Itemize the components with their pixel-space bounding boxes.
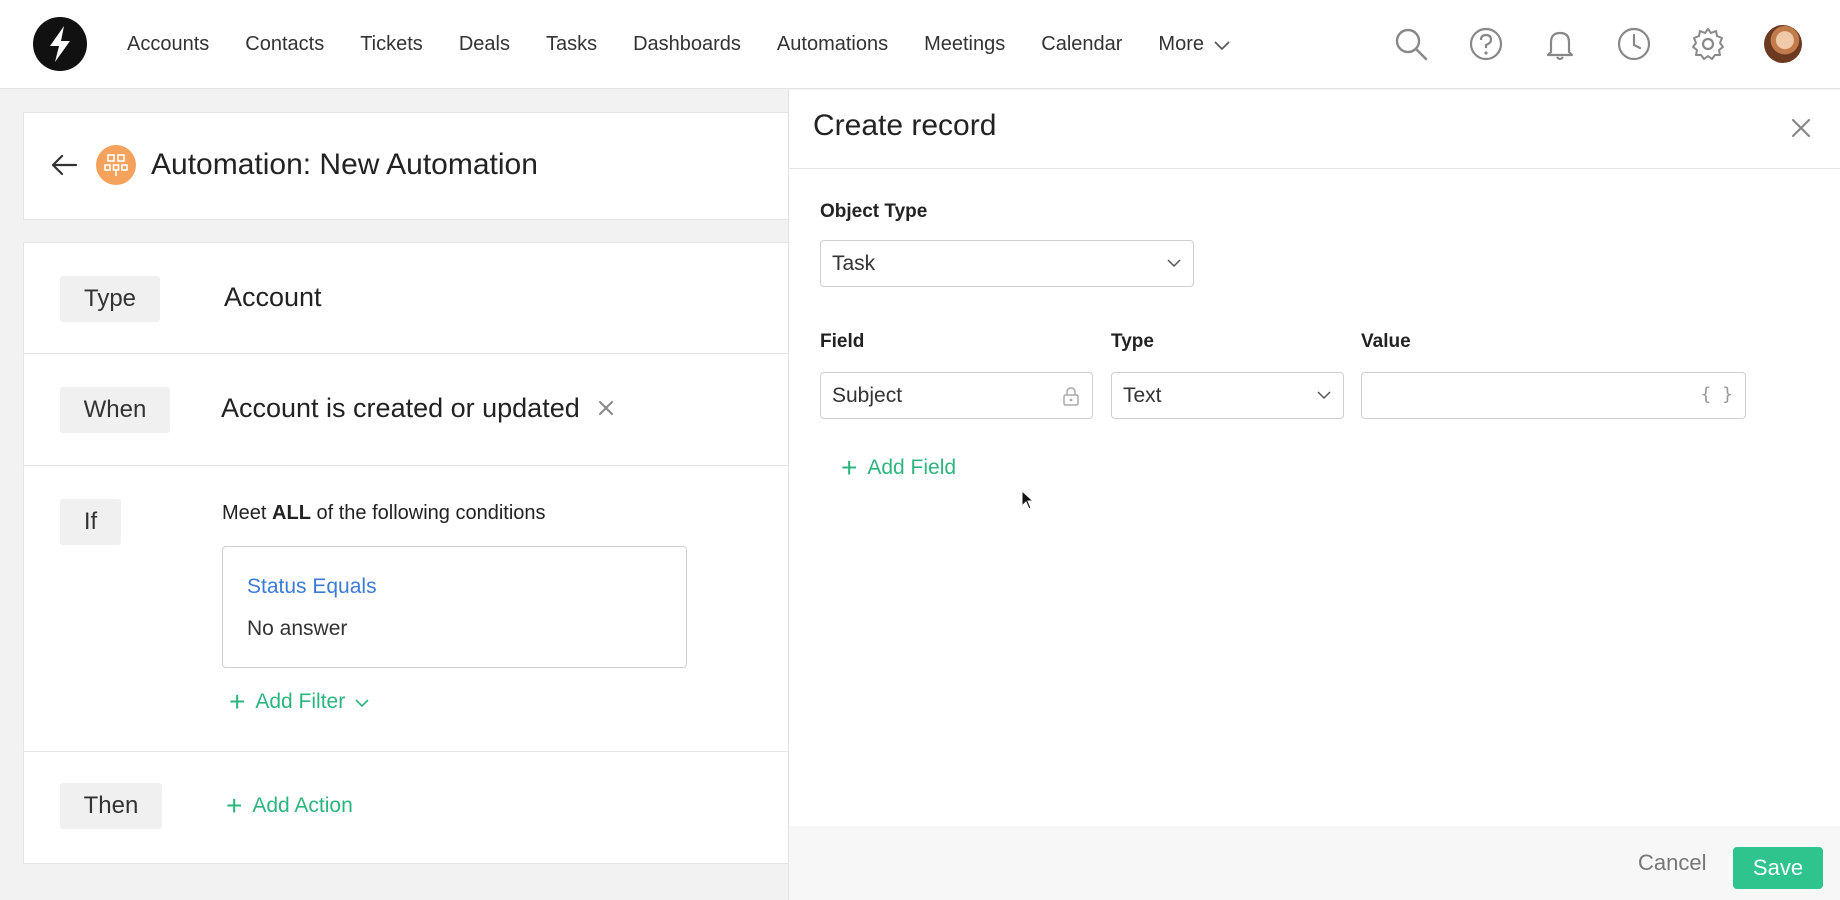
nav-item-contacts[interactable]: Contacts	[245, 33, 324, 56]
lock-icon	[1063, 387, 1079, 406]
add-filter-button[interactable]: + Add Filter	[229, 688, 369, 716]
value-header: Value	[1361, 331, 1411, 352]
plus-icon: +	[226, 790, 243, 821]
drawer-header: Create record	[789, 90, 1840, 169]
save-button[interactable]: Save	[1733, 847, 1823, 889]
close-icon[interactable]	[1789, 116, 1813, 140]
plus-icon: +	[229, 686, 246, 717]
object-type-select[interactable]: Task	[820, 240, 1194, 287]
add-action-button[interactable]: + Add Action	[226, 792, 353, 820]
drawer-footer: Cancel Save	[789, 826, 1840, 900]
field-name-input: Subject	[820, 372, 1093, 419]
nav-more-dropdown[interactable]: More	[1158, 33, 1230, 56]
add-field-button[interactable]: + Add Field	[841, 454, 956, 482]
back-arrow-icon[interactable]	[50, 153, 78, 177]
page-title: Automation: New Automation	[151, 148, 538, 181]
nav-item-accounts[interactable]: Accounts	[127, 33, 209, 56]
nav-item-meetings[interactable]: Meetings	[924, 33, 1005, 56]
plus-icon: +	[841, 452, 858, 483]
app-logo-icon[interactable]	[33, 17, 87, 71]
add-action-label: Add Action	[252, 794, 353, 817]
user-avatar[interactable]	[1764, 25, 1802, 63]
field-type-select[interactable]: Text	[1111, 372, 1344, 419]
top-nav: Accounts Contacts Tickets Deals Tasks Da…	[0, 0, 1840, 89]
mouse-cursor-icon	[1021, 490, 1035, 510]
field-header: Field	[820, 331, 865, 352]
cancel-button[interactable]: Cancel	[1638, 850, 1706, 876]
search-icon[interactable]	[1393, 26, 1429, 62]
meet-suffix: of the following conditions	[316, 502, 546, 524]
automation-icon	[96, 145, 136, 185]
chevron-down-icon	[355, 699, 369, 708]
divider	[23, 751, 793, 752]
meet-mode: ALL	[272, 502, 311, 524]
when-value[interactable]: Account is created or updated	[221, 393, 580, 424]
field-name-value: Subject	[832, 383, 903, 407]
condition-card[interactable]: Status Equals No answer	[222, 546, 687, 668]
divider	[23, 353, 793, 354]
field-value-input[interactable]: { }	[1361, 372, 1746, 419]
conditions-description: Meet ALL of the following conditions	[222, 502, 546, 525]
field-type-value: Text	[1123, 383, 1162, 407]
condition-value: No answer	[247, 617, 348, 640]
if-label: If	[60, 499, 121, 545]
create-record-drawer: Create record Object Type Task Field Typ…	[788, 90, 1840, 900]
nav-item-automations[interactable]: Automations	[777, 33, 888, 56]
nav-item-calendar[interactable]: Calendar	[1041, 33, 1122, 56]
when-label: When	[60, 387, 170, 433]
chevron-down-icon	[1317, 390, 1331, 399]
help-icon[interactable]	[1468, 26, 1504, 62]
type-header: Type	[1111, 331, 1154, 352]
variable-braces-icon[interactable]: { }	[1700, 384, 1733, 405]
remove-trigger-icon[interactable]	[597, 399, 615, 417]
meet-prefix: Meet	[222, 502, 267, 524]
nav-item-tickets[interactable]: Tickets	[360, 33, 423, 56]
drawer-title: Create record	[813, 109, 997, 142]
add-field-label: Add Field	[867, 456, 957, 479]
nav-item-dashboards[interactable]: Dashboards	[633, 33, 741, 56]
object-type-label: Object Type	[820, 201, 928, 222]
divider	[23, 465, 793, 466]
type-label: Type	[60, 276, 160, 322]
nav-item-tasks[interactable]: Tasks	[546, 33, 597, 56]
condition-title[interactable]: Status Equals	[247, 575, 377, 599]
then-label: Then	[60, 783, 162, 829]
nav-item-deals[interactable]: Deals	[459, 33, 510, 56]
main-nav: Accounts Contacts Tickets Deals Tasks Da…	[127, 0, 1230, 89]
gear-icon[interactable]	[1690, 26, 1726, 62]
chevron-down-icon	[1214, 41, 1230, 51]
chevron-down-icon	[1167, 258, 1181, 267]
add-filter-label: Add Filter	[255, 690, 346, 713]
clock-icon[interactable]	[1616, 26, 1652, 62]
type-value[interactable]: Account	[224, 282, 322, 313]
nav-more-label: More	[1158, 33, 1204, 55]
object-type-value: Task	[832, 251, 876, 275]
bell-icon[interactable]	[1542, 26, 1578, 62]
